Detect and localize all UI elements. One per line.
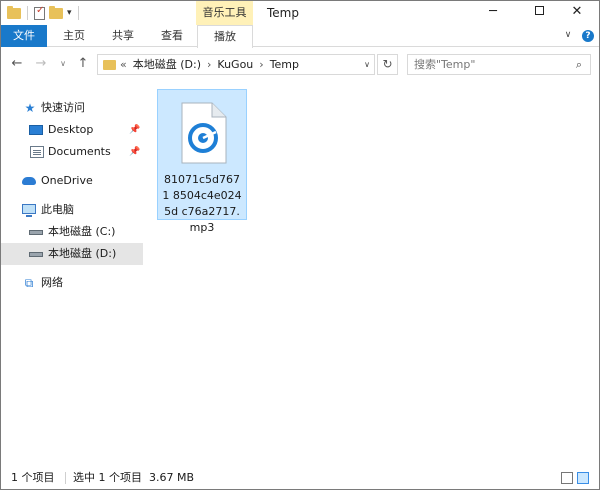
window-title: Temp xyxy=(267,6,299,20)
file-list[interactable]: 81071c5d7671 8504c4e0245d c76a2717.mp3 xyxy=(151,81,599,467)
sidebar-item-documents[interactable]: Documents 📌 xyxy=(1,141,143,163)
toolbar-separator xyxy=(27,6,28,20)
tab-share[interactable]: 共享 xyxy=(101,25,145,47)
toolbar-separator xyxy=(77,6,79,20)
forward-button[interactable]: → xyxy=(33,56,49,72)
cloud-icon xyxy=(22,177,36,185)
customize-toolbar-chevron-icon[interactable]: ▾ xyxy=(67,8,72,18)
tab-home[interactable]: 主页 xyxy=(53,25,95,47)
documents-icon xyxy=(30,146,44,158)
breadcrumb-overflow[interactable]: « xyxy=(120,55,127,74)
sidebar-item-label: Documents xyxy=(48,145,111,158)
refresh-button[interactable]: ↻ xyxy=(377,54,398,75)
sidebar-item-label: 本地磁盘 (D:) xyxy=(48,247,117,260)
sidebar-item-network[interactable]: ⧉ 网络 xyxy=(1,272,143,294)
folder-icon xyxy=(7,5,21,19)
file-name: 81071c5d7671 8504c4e0245d c76a2717.mp3 xyxy=(162,173,242,234)
sidebar-item-label: 此电脑 xyxy=(41,203,74,216)
quick-access-toolbar: ▾ xyxy=(7,4,81,22)
star-icon: ★ xyxy=(24,101,36,115)
selection-count: 选中 1 个项目 xyxy=(73,471,142,484)
new-folder-icon[interactable] xyxy=(49,5,63,19)
breadcrumb-temp[interactable]: Temp xyxy=(270,55,299,74)
status-separator xyxy=(65,472,66,484)
sidebar-item-quick-access[interactable]: ★ 快速访问 xyxy=(1,97,143,119)
breadcrumb-separator[interactable]: › xyxy=(259,55,263,74)
help-icon[interactable]: ? xyxy=(582,30,594,42)
search-box[interactable]: ⌕ xyxy=(407,54,591,75)
network-icon: ⧉ xyxy=(24,276,34,290)
sidebar-item-desktop[interactable]: Desktop 📌 xyxy=(1,119,143,141)
sidebar-item-drive-c[interactable]: 本地磁盘 (C:) xyxy=(1,221,143,243)
item-count: 1 个项目 xyxy=(11,471,55,484)
sidebar-item-this-pc[interactable]: 此电脑 xyxy=(1,199,143,221)
sidebar-item-onedrive[interactable]: OneDrive xyxy=(1,170,143,192)
pin-icon[interactable]: 📌 xyxy=(129,119,140,141)
music-tools-context-label: 音乐工具 xyxy=(196,1,253,25)
close-button[interactable]: ✕ xyxy=(555,1,599,25)
pin-icon[interactable]: 📌 xyxy=(129,141,140,163)
sidebar-item-drive-d[interactable]: 本地磁盘 (D:) xyxy=(1,243,143,265)
search-icon[interactable]: ⌕ xyxy=(571,56,587,73)
expand-ribbon-chevron-icon[interactable]: ∨ xyxy=(562,29,574,41)
minimize-button[interactable]: ─ xyxy=(471,1,515,25)
address-bar[interactable]: « 本地磁盘 (D:) › KuGou › Temp ∨ xyxy=(97,54,375,75)
tab-view[interactable]: 查看 xyxy=(151,25,193,47)
drive-icon xyxy=(29,252,43,257)
up-button[interactable]: ↑ xyxy=(75,56,91,72)
view-switcher xyxy=(561,472,589,484)
breadcrumb-drive-d[interactable]: 本地磁盘 (D:) xyxy=(133,55,201,74)
sidebar-item-label: 网络 xyxy=(41,276,63,289)
desktop-icon xyxy=(29,125,43,135)
recent-locations-chevron-icon[interactable]: ∨ xyxy=(55,56,71,72)
explorer-window: ▾ 音乐工具 Temp ─ ✕ 文件 主页 共享 查看 播放 ∨ ? ← → ∨… xyxy=(0,0,600,490)
large-icons-view-icon[interactable] xyxy=(577,472,589,484)
sidebar-item-label: 本地磁盘 (C:) xyxy=(48,225,116,238)
title-bar: ▾ 音乐工具 Temp ─ ✕ xyxy=(1,1,599,25)
sidebar-item-label: Desktop xyxy=(48,123,94,136)
computer-icon xyxy=(22,204,36,217)
audio-file-icon xyxy=(181,102,227,164)
details-view-icon[interactable] xyxy=(561,472,573,484)
sidebar-item-label: OneDrive xyxy=(41,174,93,187)
breadcrumb-kugou[interactable]: KuGou xyxy=(217,55,253,74)
address-dropdown-chevron-icon[interactable]: ∨ xyxy=(360,55,374,74)
search-input[interactable] xyxy=(414,57,564,72)
address-toolbar: ← → ∨ ↑ « 本地磁盘 (D:) › KuGou › Temp ∨ ↻ ⌕ xyxy=(1,48,599,81)
breadcrumb-separator[interactable]: › xyxy=(207,55,211,74)
navigation-pane: ★ 快速访问 Desktop 📌 Documents 📌 OneDrive 此电… xyxy=(1,81,151,467)
tab-play[interactable]: 播放 xyxy=(197,25,253,48)
file-item[interactable]: 81071c5d7671 8504c4e0245d c76a2717.mp3 xyxy=(157,89,247,234)
status-bar: 1 个项目 选中 1 个项目 3.67 MB xyxy=(1,467,599,489)
tab-file[interactable]: 文件 xyxy=(1,25,47,47)
maximize-icon xyxy=(534,6,544,15)
folder-icon xyxy=(103,60,116,70)
breadcrumb: « 本地磁盘 (D:) › KuGou › Temp xyxy=(120,55,299,74)
drive-icon xyxy=(29,230,43,235)
back-button[interactable]: ← xyxy=(9,56,25,72)
sidebar-item-label: 快速访问 xyxy=(41,101,85,114)
ribbon-tabs: 文件 主页 共享 查看 播放 ∨ ? xyxy=(1,25,599,48)
properties-icon[interactable] xyxy=(34,5,45,20)
selection-size: 3.67 MB xyxy=(149,471,195,484)
